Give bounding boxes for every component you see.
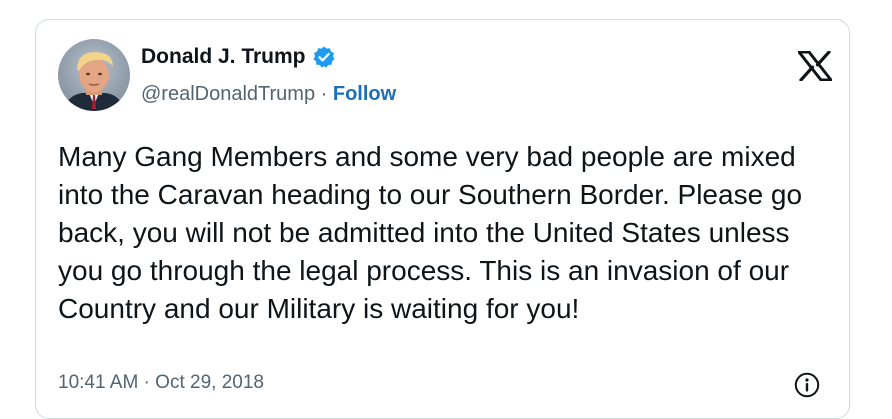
- verified-badge-icon: [312, 45, 336, 69]
- x-logo-icon[interactable]: [797, 50, 833, 82]
- tweet-card: Donald J. Trump @realDonaldTrump · Follo…: [35, 19, 850, 419]
- author-handle[interactable]: @realDonaldTrump: [141, 83, 315, 105]
- info-icon[interactable]: [794, 372, 820, 398]
- avatar[interactable]: [58, 39, 130, 111]
- author-name[interactable]: Donald J. Trump: [141, 45, 306, 69]
- follow-button[interactable]: Follow: [333, 83, 396, 105]
- tweet-timestamp[interactable]: 10:41 AM · Oct 29, 2018: [58, 372, 264, 394]
- avatar-image: [58, 39, 130, 111]
- tweet-text: Many Gang Members and some very bad peop…: [58, 141, 803, 324]
- author-name-row: Donald J. Trump: [141, 45, 336, 69]
- separator: ·: [315, 83, 333, 105]
- handle-row: @realDonaldTrump · Follow: [141, 83, 396, 106]
